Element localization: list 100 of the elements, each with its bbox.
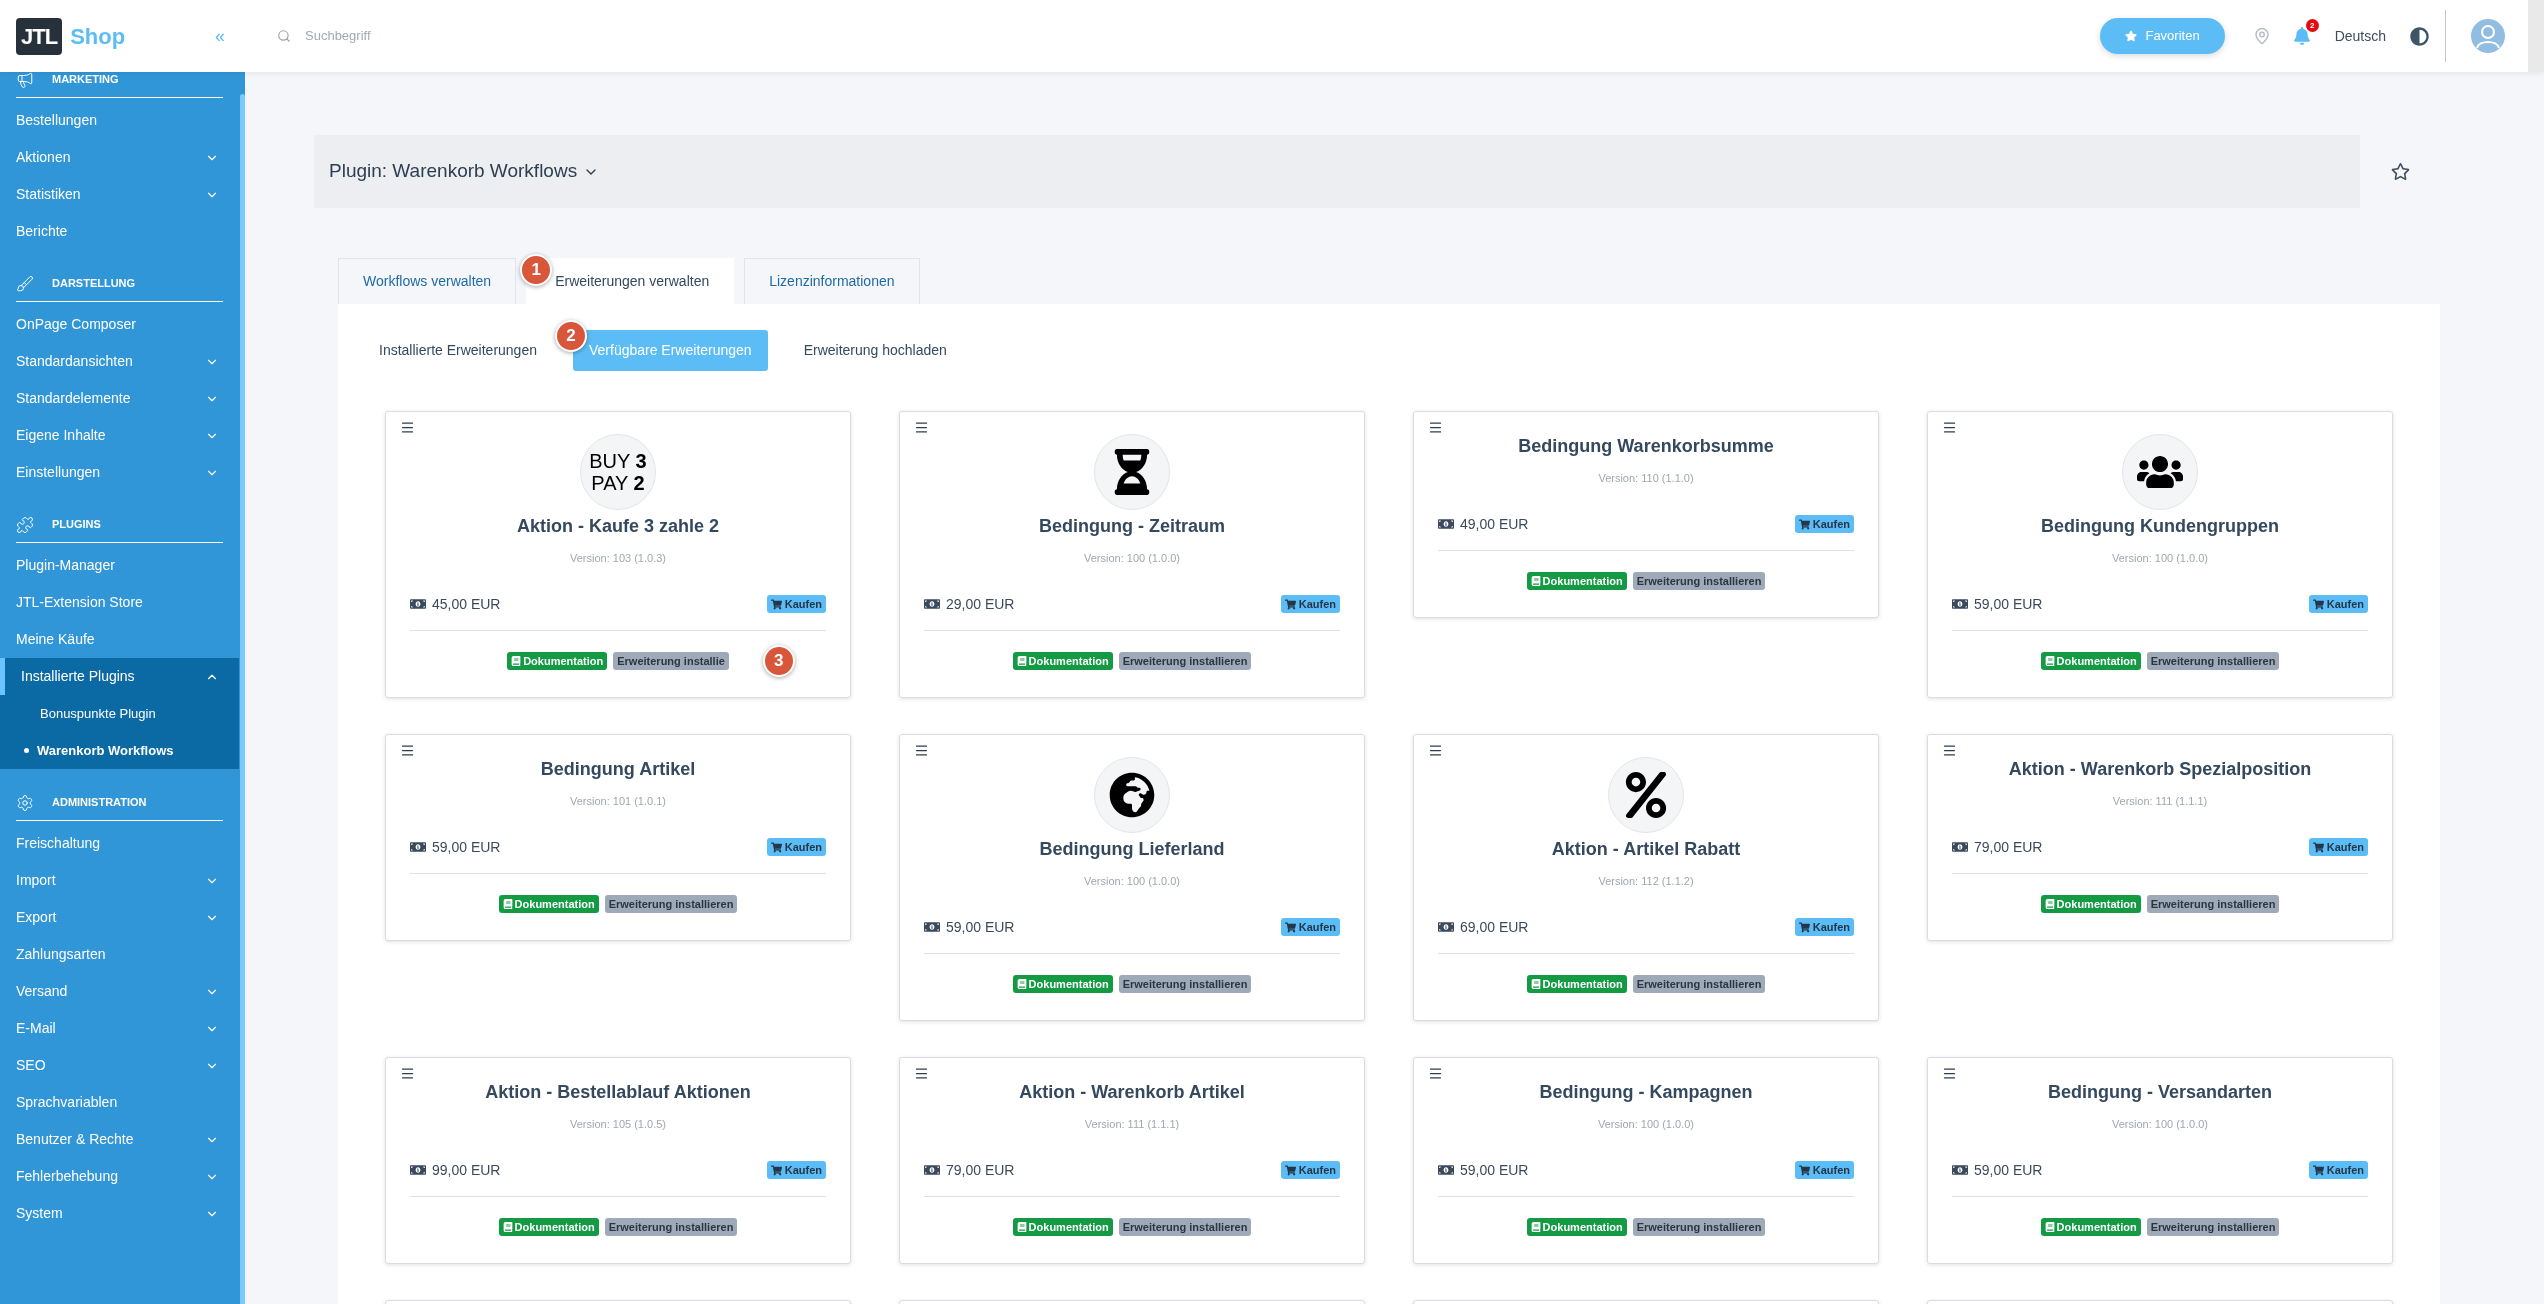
sidebar-item[interactable]: Meine Käufe <box>0 621 239 658</box>
sidebar-subitem[interactable]: Warenkorb Workflows <box>0 732 239 769</box>
sidebar-item[interactable]: Fehlerbehebung <box>0 1158 239 1195</box>
menu-icon[interactable] <box>914 743 929 758</box>
documentation-button[interactable]: Dokumentation <box>1526 974 1627 994</box>
menu-icon[interactable] <box>914 1066 929 1081</box>
menu-icon[interactable] <box>1428 1066 1443 1081</box>
buy-button[interactable]: Kaufen <box>766 837 826 857</box>
buy-button[interactable]: Kaufen <box>1794 514 1854 534</box>
documentation-button[interactable]: Dokumentation <box>1012 651 1113 671</box>
install-button[interactable]: Erweiterung installieren <box>604 1217 738 1237</box>
sidebar-item[interactable]: Statistiken <box>0 176 239 213</box>
sidebar-item[interactable]: OnPage Composer <box>0 306 239 343</box>
version-text: Version: 111 (1.1.1) <box>2112 794 2208 809</box>
sidebar-item[interactable]: Eigene Inhalte <box>0 417 239 454</box>
install-button[interactable]: Erweiterung installieren <box>1632 1217 1766 1237</box>
price-text: 59,00 EUR <box>432 837 501 857</box>
collapse-sidebar-button[interactable]: « <box>215 22 225 50</box>
cart-icon <box>2312 1164 2324 1176</box>
buy-button[interactable]: Kaufen <box>2308 837 2368 857</box>
documentation-button[interactable]: Dokumentation <box>2040 1217 2141 1237</box>
sidebar-item[interactable]: Plugin-Manager <box>0 547 239 584</box>
favorite-star-icon[interactable] <box>2390 162 2410 181</box>
price-text: 49,00 EUR <box>1460 514 1529 534</box>
sidebar-item[interactable]: Export <box>0 899 239 936</box>
menu-icon[interactable] <box>400 743 415 758</box>
documentation-button[interactable]: Dokumentation <box>498 894 599 914</box>
install-button[interactable]: Erweiterung installie <box>613 651 729 671</box>
search-field[interactable]: Suchbegriff <box>305 26 705 46</box>
sidebar-item[interactable]: Installierte Plugins <box>0 658 239 695</box>
menu-icon[interactable] <box>400 1066 415 1081</box>
sidebar-item[interactable]: JTL-Extension Store <box>0 584 239 621</box>
sidebar-item[interactable]: Bestellungen <box>0 102 239 139</box>
menu-icon[interactable] <box>1428 420 1443 435</box>
buy-button[interactable]: Kaufen <box>1794 917 1854 937</box>
contrast-icon[interactable] <box>2410 26 2429 46</box>
section-heading: PLUGINS <box>52 517 101 533</box>
sidebar-item[interactable]: System <box>0 1195 239 1232</box>
install-button[interactable]: Erweiterung installieren <box>2146 1217 2280 1237</box>
buy-button[interactable]: Kaufen <box>2308 1160 2368 1180</box>
notifications-icon[interactable] <box>2292 27 2311 45</box>
install-button[interactable]: Erweiterung installieren <box>1118 651 1252 671</box>
extension-title: Aktion - Artikel Rabatt <box>1551 838 1741 861</box>
documentation-button[interactable]: Dokumentation <box>507 651 608 671</box>
install-button[interactable]: Erweiterung installieren <box>2146 651 2280 671</box>
sidebar-item[interactable]: Benutzer & Rechte <box>0 1121 239 1158</box>
sidebar-item[interactable]: Versand <box>0 973 239 1010</box>
sidebar-item[interactable]: SEO <box>0 1047 239 1084</box>
buy-button[interactable]: Kaufen <box>1280 594 1340 614</box>
documentation-button[interactable]: Dokumentation <box>2040 651 2141 671</box>
buy-button[interactable]: Kaufen <box>1280 917 1340 937</box>
sidebar-item[interactable]: Standardelemente <box>0 380 239 417</box>
menu-icon[interactable] <box>400 420 415 435</box>
install-button[interactable]: Erweiterung installieren <box>1632 571 1766 591</box>
documentation-button[interactable]: Dokumentation <box>1526 571 1627 591</box>
tab[interactable]: Workflows verwalten <box>338 258 517 304</box>
subtab[interactable]: Installierte Erweiterungen <box>363 330 553 371</box>
menu-icon[interactable] <box>1942 743 1957 758</box>
tab[interactable]: Lizenzinformationen <box>744 258 920 304</box>
subtab[interactable]: Erweiterung hochladen <box>787 330 963 371</box>
price-text: 45,00 EUR <box>432 594 501 614</box>
price-text: 59,00 EUR <box>1974 1160 2043 1180</box>
star-icon <box>2125 30 2138 42</box>
sidebar-item[interactable]: Standardansichten <box>0 343 239 380</box>
documentation-button[interactable]: Dokumentation <box>498 1217 599 1237</box>
documentation-button[interactable]: Dokumentation <box>1012 1217 1113 1237</box>
install-button[interactable]: Erweiterung installieren <box>1632 974 1766 994</box>
menu-icon[interactable] <box>914 420 929 435</box>
step-marker: 3 <box>762 645 795 677</box>
install-button[interactable]: Erweiterung installieren <box>2146 894 2280 914</box>
buy-button[interactable]: Kaufen <box>2308 594 2368 614</box>
book-icon <box>502 1222 513 1232</box>
sidebar-item[interactable]: Import <box>0 862 239 899</box>
sidebar-item[interactable]: Berichte <box>0 213 239 250</box>
favorites-button[interactable]: Favoriten <box>2100 18 2225 54</box>
documentation-button[interactable]: Dokumentation <box>1012 974 1113 994</box>
page-title[interactable]: Plugin: Warenkorb Workflows <box>329 157 578 186</box>
buy-button[interactable]: Kaufen <box>1280 1160 1340 1180</box>
buy-button[interactable]: Kaufen <box>766 594 826 614</box>
sidebar-subitem[interactable]: Bonuspunkte Plugin <box>0 695 239 732</box>
menu-icon[interactable] <box>1942 1066 1957 1081</box>
documentation-button[interactable]: Dokumentation <box>1526 1217 1627 1237</box>
install-button[interactable]: Erweiterung installieren <box>1118 974 1252 994</box>
install-button[interactable]: Erweiterung installieren <box>604 894 738 914</box>
sidebar-item[interactable]: E-Mail <box>0 1010 239 1047</box>
buy-button[interactable]: Kaufen <box>1794 1160 1854 1180</box>
sidebar-scrollbar[interactable] <box>240 94 245 1304</box>
sidebar-item[interactable]: Aktionen <box>0 139 239 176</box>
sidebar-item[interactable]: Sprachvariablen <box>0 1084 239 1121</box>
documentation-button[interactable]: Dokumentation <box>2040 894 2141 914</box>
buy-button[interactable]: Kaufen <box>766 1160 826 1180</box>
menu-icon[interactable] <box>1428 743 1443 758</box>
sidebar-item[interactable]: Freischaltung <box>0 825 239 862</box>
language-selector[interactable]: Deutsch <box>2334 25 2386 47</box>
sidebar-item[interactable]: Einstellungen <box>0 454 239 491</box>
sidebar-item[interactable]: Zahlungsarten <box>0 936 239 973</box>
cart-icon <box>1798 921 1810 933</box>
menu-icon[interactable] <box>1942 420 1957 435</box>
install-button[interactable]: Erweiterung installieren <box>1118 1217 1252 1237</box>
extension-title: Bedingung Kundengruppen <box>2041 515 2279 538</box>
